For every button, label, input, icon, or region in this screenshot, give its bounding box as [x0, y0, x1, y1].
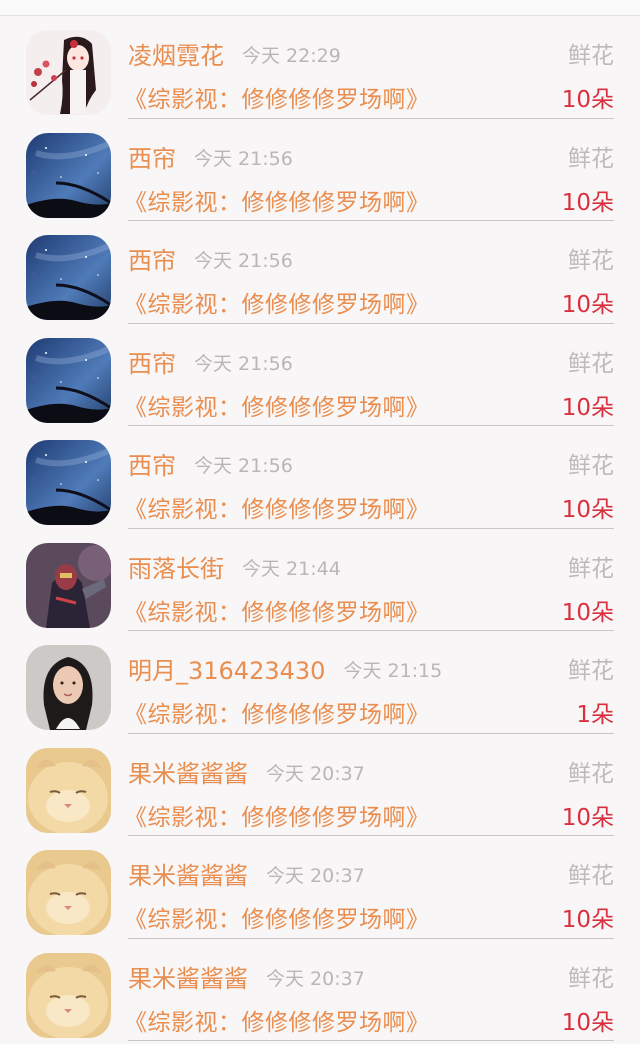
timestamp: 今天 21:56 [194, 250, 293, 272]
avatar-starry-sky[interactable] [26, 235, 111, 320]
avatar-anime-girl[interactable] [26, 30, 111, 115]
list-item[interactable]: 雨落长街 今天 21:44 鲜花 《综影视：修修修修罗场啊》 10朵 [0, 529, 640, 631]
work-title[interactable]: 《综影视：修修修修罗场啊》 [124, 80, 430, 114]
avatar-starry-sky[interactable] [26, 337, 111, 423]
list-item-content: 凌烟霓花 今天 22:29 鲜花 《综影视：修修修修罗场啊》 10朵 [124, 16, 614, 119]
user-name-text[interactable]: 西帘 [128, 452, 176, 480]
user-name-text[interactable]: 明月_316423430 [128, 657, 325, 685]
user-name[interactable]: 西帘 今天 21:56 [128, 139, 293, 174]
gift-type: 鲜花 [568, 453, 614, 479]
user-name-text[interactable]: 雨落长街 [128, 555, 224, 583]
work-title[interactable]: 《综影视：修修修修罗场啊》 [124, 900, 430, 934]
work-title[interactable]: 《综影视：修修修修罗场啊》 [124, 490, 430, 524]
avatar-hero-figure[interactable] [26, 542, 111, 628]
gift-count: 10朵 [561, 599, 614, 626]
list-item[interactable]: 果米酱酱酱 今天 20:37 鲜花 《综影视：修修修修罗场啊》 10朵 [0, 939, 640, 1041]
user-name-text[interactable]: 西帘 [128, 247, 176, 275]
gift-count: 10朵 [561, 189, 614, 216]
gift-count: 10朵 [561, 497, 614, 523]
list-item-content: 明月_316423430 今天 21:15 鲜花 《综影视：修修修修罗场啊》 1朵 [124, 631, 614, 734]
timestamp: 今天 21:44 [242, 557, 341, 580]
user-name[interactable]: 凌烟霓花 今天 22:29 [128, 36, 341, 71]
user-name-text[interactable]: 西帘 [128, 350, 176, 378]
gift-type: 鲜花 [568, 145, 614, 172]
list-item[interactable]: 西帘 今天 21:56 鲜花 《综影视：修修修修罗场啊》 10朵 [0, 221, 640, 324]
list-item[interactable]: 果米酱酱酱 今天 20:37 鲜花 《综影视：修修修修罗场啊》 10朵 [0, 734, 640, 836]
list-item-content: 西帘 今天 21:56 鲜花 《综影视：修修修修罗场啊》 10朵 [124, 119, 614, 221]
gift-type: 鲜花 [568, 43, 614, 69]
gift-type: 鲜花 [568, 760, 614, 787]
gift-type: 鲜花 [568, 658, 614, 684]
gift-type: 鲜花 [568, 863, 614, 889]
gift-count: 10朵 [561, 1009, 614, 1036]
gift-count: 10朵 [561, 394, 614, 421]
avatar-kitten[interactable] [26, 850, 111, 935]
timestamp: 今天 20:37 [266, 865, 365, 887]
gift-type: 鲜花 [568, 965, 614, 992]
timestamp: 今天 21:56 [194, 147, 293, 170]
list-item-content: 西帘 今天 21:56 鲜花 《综影视：修修修修罗场啊》 10朵 [124, 426, 614, 529]
avatar-starry-sky[interactable] [26, 440, 111, 525]
list-item[interactable]: 凌烟霓花 今天 22:29 鲜花 《综影视：修修修修罗场啊》 10朵 [0, 16, 640, 119]
user-name[interactable]: 西帘 今天 21:56 [128, 344, 293, 379]
work-title[interactable]: 《综影视：修修修修罗场啊》 [124, 695, 430, 729]
gift-count: 10朵 [561, 907, 614, 933]
avatar-starry-sky[interactable] [26, 132, 111, 218]
work-title[interactable]: 《综影视：修修修修罗场啊》 [124, 1003, 430, 1037]
user-name-text[interactable]: 果米酱酱酱 [128, 965, 248, 993]
list-item[interactable]: 明月_316423430 今天 21:15 鲜花 《综影视：修修修修罗场啊》 1朵 [0, 631, 640, 734]
user-name-text[interactable]: 西帘 [128, 145, 176, 173]
user-name-text[interactable]: 果米酱酱酱 [128, 862, 248, 890]
gift-list: 凌烟霓花 今天 22:29 鲜花 《综影视：修修修修罗场啊》 10朵 西帘 今天 2… [0, 16, 640, 1041]
work-title[interactable]: 《综影视：修修修修罗场啊》 [124, 183, 430, 217]
gift-count: 10朵 [561, 804, 614, 831]
list-item-content: 果米酱酱酱 今天 20:37 鲜花 《综影视：修修修修罗场啊》 10朵 [124, 734, 614, 836]
user-name[interactable]: 果米酱酱酱 今天 20:37 [128, 959, 365, 994]
list-item-content: 果米酱酱酱 今天 20:37 鲜花 《综影视：修修修修罗场啊》 10朵 [124, 836, 614, 939]
gift-type: 鲜花 [568, 555, 614, 582]
list-item[interactable]: 西帘 今天 21:56 鲜花 《综影视：修修修修罗场啊》 10朵 [0, 119, 640, 221]
work-title[interactable]: 《综影视：修修修修罗场啊》 [124, 285, 430, 319]
avatar-kitten[interactable] [26, 952, 111, 1038]
user-name[interactable]: 明月_316423430 今天 21:15 [128, 651, 442, 686]
user-name[interactable]: 雨落长街 今天 21:44 [128, 549, 341, 584]
list-item-content: 雨落长街 今天 21:44 鲜花 《综影视：修修修修罗场啊》 10朵 [124, 529, 614, 631]
user-name-text[interactable]: 果米酱酱酱 [128, 760, 248, 788]
gift-count: 10朵 [561, 292, 614, 318]
timestamp: 今天 20:37 [266, 967, 365, 990]
gift-count: 10朵 [561, 87, 614, 113]
timestamp: 今天 21:56 [194, 352, 293, 375]
gift-count: 1朵 [576, 702, 614, 728]
timestamp: 今天 22:29 [242, 45, 341, 67]
user-name[interactable]: 西帘 今天 21:56 [128, 241, 293, 276]
top-bar [0, 0, 640, 16]
list-item-content: 果米酱酱酱 今天 20:37 鲜花 《综影视：修修修修罗场啊》 10朵 [124, 939, 614, 1041]
list-item-content: 西帘 今天 21:56 鲜花 《综影视：修修修修罗场啊》 10朵 [124, 324, 614, 426]
timestamp: 今天 21:56 [194, 455, 293, 477]
avatar-woman-portrait[interactable] [26, 645, 111, 730]
user-name-text[interactable]: 凌烟霓花 [128, 42, 224, 70]
user-name[interactable]: 果米酱酱酱 今天 20:37 [128, 856, 365, 891]
work-title[interactable]: 《综影视：修修修修罗场啊》 [124, 593, 430, 627]
list-item[interactable]: 西帘 今天 21:56 鲜花 《综影视：修修修修罗场啊》 10朵 [0, 324, 640, 426]
work-title[interactable]: 《综影视：修修修修罗场啊》 [124, 388, 430, 422]
timestamp: 今天 21:15 [343, 660, 443, 682]
timestamp: 今天 20:37 [266, 762, 365, 785]
gift-type: 鲜花 [568, 248, 614, 274]
list-item[interactable]: 西帘 今天 21:56 鲜花 《综影视：修修修修罗场啊》 10朵 [0, 426, 640, 529]
user-name[interactable]: 西帘 今天 21:56 [128, 446, 293, 481]
list-item[interactable]: 果米酱酱酱 今天 20:37 鲜花 《综影视：修修修修罗场啊》 10朵 [0, 836, 640, 939]
work-title[interactable]: 《综影视：修修修修罗场啊》 [124, 798, 430, 832]
user-name[interactable]: 果米酱酱酱 今天 20:37 [128, 754, 365, 789]
list-item-content: 西帘 今天 21:56 鲜花 《综影视：修修修修罗场啊》 10朵 [124, 221, 614, 324]
avatar-kitten[interactable] [26, 747, 111, 833]
gift-type: 鲜花 [568, 350, 614, 377]
